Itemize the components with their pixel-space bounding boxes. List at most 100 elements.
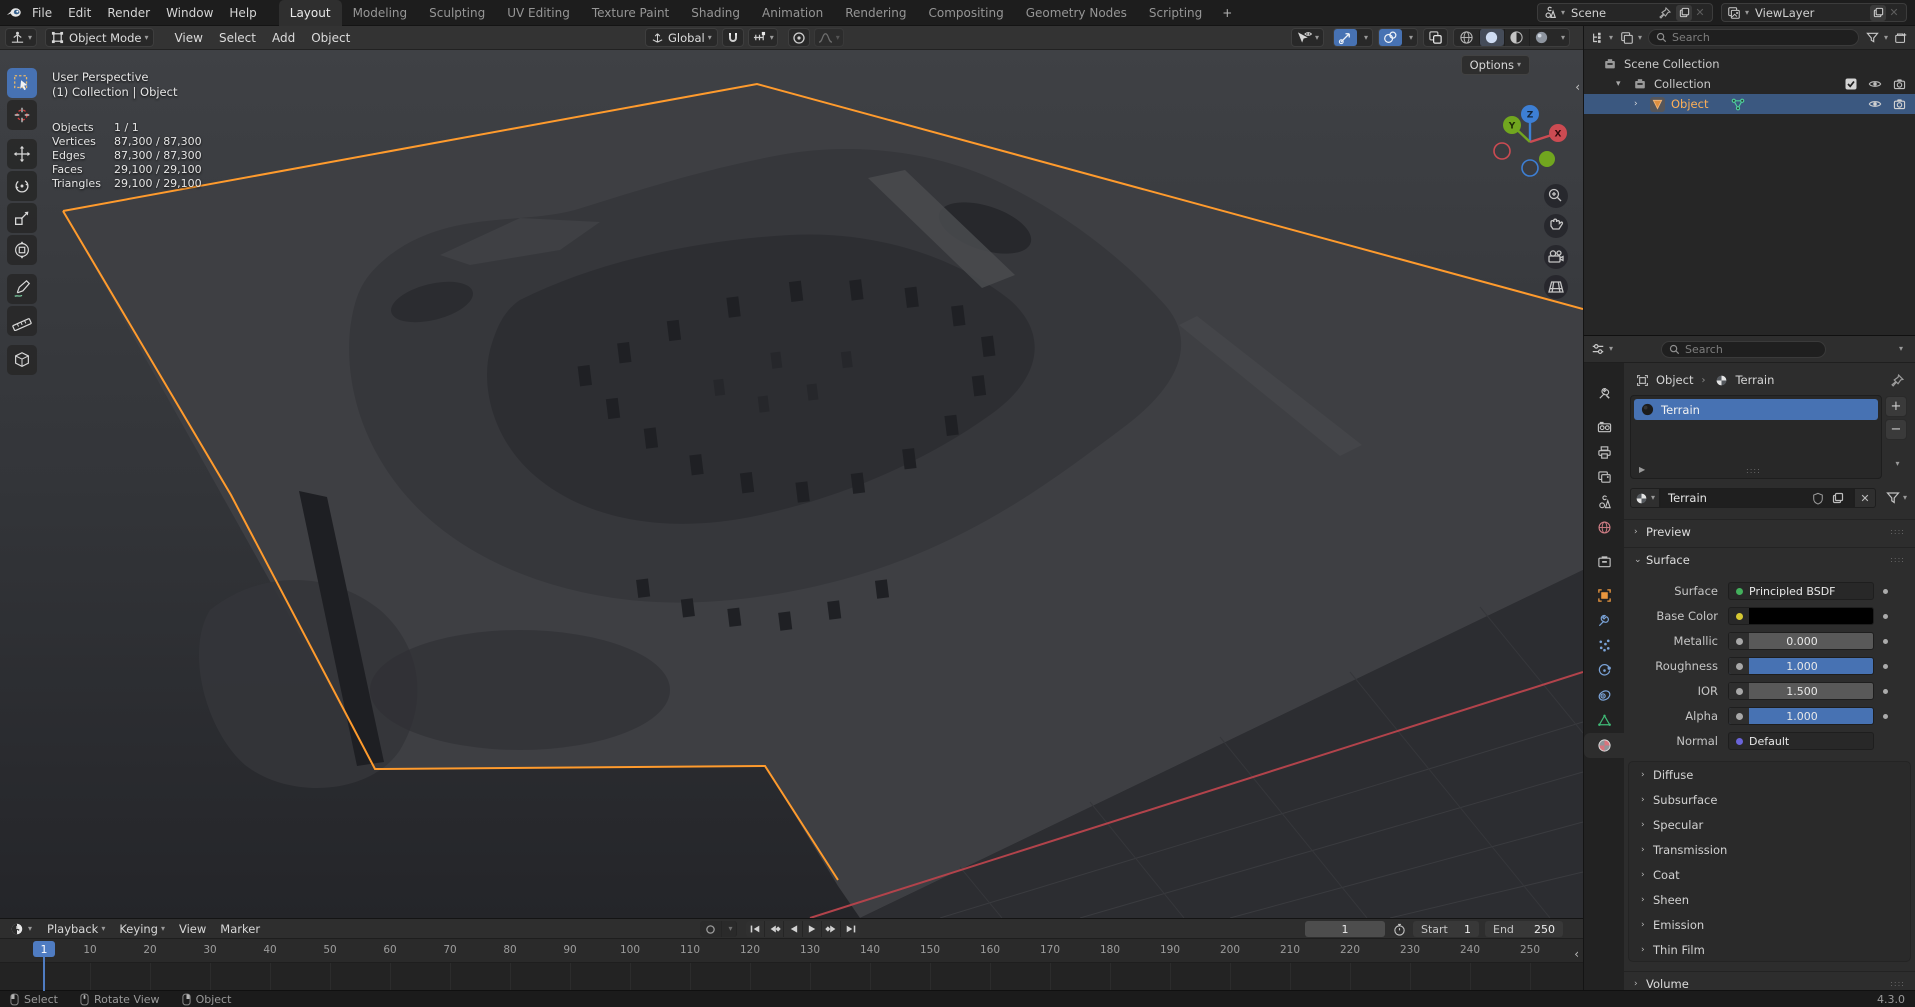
play-button[interactable]	[803, 921, 822, 937]
tab-data[interactable]	[1584, 708, 1624, 733]
tab-rendering[interactable]: Rendering	[834, 0, 917, 26]
tab-compositing[interactable]: Compositing	[917, 0, 1014, 26]
xray-toggle[interactable]	[1423, 28, 1448, 47]
breadcrumb-data[interactable]: Terrain	[1735, 373, 1774, 387]
outliner-display-mode-icon[interactable]	[1619, 30, 1635, 46]
zoom-button[interactable]	[1544, 184, 1568, 208]
subpanel-specular[interactable]: ›Specular	[1629, 812, 1910, 837]
new-viewlayer-icon[interactable]	[1870, 5, 1886, 21]
ior-field[interactable]: 1.500	[1728, 682, 1874, 700]
roughness-slider[interactable]: 1.000	[1728, 657, 1874, 675]
collection-hide-eye-icon[interactable]	[1867, 76, 1883, 92]
outliner-row-scene-collection[interactable]: Scene Collection	[1584, 54, 1915, 74]
proportional-editing-toggle[interactable]	[788, 28, 810, 47]
auto-keying-toggle[interactable]	[700, 921, 722, 937]
tool-measure[interactable]	[7, 306, 37, 336]
copy-material-icon[interactable]	[1830, 490, 1846, 506]
keyframe-dot[interactable]	[1883, 614, 1888, 619]
base-color-swatch[interactable]	[1728, 607, 1874, 625]
tab-modifiers[interactable]	[1584, 608, 1624, 633]
tab-object[interactable]	[1584, 583, 1624, 608]
outliner-editor-icon[interactable]	[1590, 30, 1606, 46]
menu-render[interactable]: Render	[99, 0, 158, 26]
subpanel-transmission[interactable]: ›Transmission	[1629, 837, 1910, 862]
add-workspace-button[interactable]: +	[1213, 0, 1241, 26]
properties-search[interactable]	[1661, 341, 1826, 358]
panel-preview[interactable]: › Preview ::::	[1624, 519, 1915, 543]
subpanel-coat[interactable]: ›Coat	[1629, 862, 1910, 887]
color-swatch[interactable]	[1749, 608, 1873, 624]
viewport-scene[interactable]: Z Y X	[0, 50, 1583, 918]
show-gizmo-toggle[interactable]	[1334, 29, 1357, 46]
pan-button[interactable]	[1544, 214, 1568, 238]
material-slot-list[interactable]: Terrain ▶ ::::	[1630, 395, 1882, 479]
previous-keyframe-button[interactable]	[765, 921, 784, 937]
keyframe-dot[interactable]	[1883, 689, 1888, 694]
tab-collection[interactable]	[1584, 549, 1624, 574]
tool-select-box[interactable]	[7, 68, 37, 98]
tool-annotate[interactable]	[7, 274, 37, 304]
menu-help[interactable]: Help	[221, 0, 264, 26]
material-name-field[interactable]: Terrain	[1660, 488, 1854, 508]
normal-select[interactable]: Default	[1728, 732, 1874, 750]
tab-scene[interactable]	[1584, 490, 1624, 515]
object-expand-icon[interactable]: ›	[1634, 99, 1646, 109]
camera-view-button[interactable]	[1544, 245, 1568, 269]
subpanel-diffuse[interactable]: ›Diffuse	[1629, 762, 1910, 787]
new-collection-icon[interactable]	[1893, 30, 1909, 46]
stopwatch-icon[interactable]	[1391, 921, 1407, 937]
subpanel-subsurface[interactable]: ›Subsurface	[1629, 787, 1910, 812]
start-frame-field[interactable]: Start1	[1413, 921, 1479, 937]
tool-transform[interactable]	[7, 235, 37, 265]
tab-particles[interactable]	[1584, 633, 1624, 658]
tab-shading[interactable]: Shading	[680, 0, 751, 26]
playhead-badge[interactable]: 1	[33, 941, 55, 957]
timeline-ruler[interactable]: 1020304050607080901001101201301401501601…	[0, 939, 1583, 963]
outliner-row-collection[interactable]: ▾ Collection	[1584, 74, 1915, 94]
tab-render[interactable]	[1584, 415, 1624, 440]
breadcrumb-object[interactable]: Object	[1656, 373, 1693, 387]
gizmo-settings-dropdown[interactable]: ▾	[1357, 29, 1372, 46]
menu-edit[interactable]: Edit	[60, 0, 99, 26]
transform-orientation-dropdown[interactable]: Global ▾	[645, 28, 718, 47]
keyframe-dot[interactable]	[1883, 664, 1888, 669]
sidebar-toggle-arrow[interactable]: ‹	[1575, 80, 1580, 94]
auto-keying-dropdown[interactable]: ▾	[722, 921, 737, 937]
subpanel-sheen[interactable]: ›Sheen	[1629, 887, 1910, 912]
material-slot-selected[interactable]: Terrain	[1634, 399, 1878, 420]
keyframe-dot[interactable]	[1883, 714, 1888, 719]
viewlayer-selector[interactable]: ▾ ViewLayer ✕	[1721, 3, 1907, 22]
options-dropdown[interactable]: Options ▾	[1461, 55, 1530, 75]
tab-constraints[interactable]	[1584, 683, 1624, 708]
collection-render-camera-icon[interactable]	[1891, 76, 1907, 92]
tool-rotate[interactable]	[7, 171, 37, 201]
remove-viewlayer-icon[interactable]: ✕	[1886, 5, 1902, 21]
tool-cursor[interactable]	[7, 100, 37, 130]
outliner-search[interactable]	[1648, 29, 1859, 46]
properties-editor-icon[interactable]	[1590, 341, 1606, 357]
tab-animation[interactable]: Animation	[751, 0, 834, 26]
pin-icon[interactable]	[1657, 5, 1673, 21]
outliner-search-input[interactable]	[1672, 31, 1851, 44]
tab-scripting[interactable]: Scripting	[1138, 0, 1213, 26]
tab-tool[interactable]	[1584, 381, 1624, 406]
pin-icon[interactable]	[1889, 372, 1905, 388]
metallic-slider[interactable]: 0.000	[1728, 632, 1874, 650]
collection-expand-icon[interactable]: ▾	[1616, 79, 1628, 89]
playhead-line[interactable]	[43, 956, 45, 991]
viewport-3d[interactable]: ▾ Object Mode ▾ View Select Add Object G…	[0, 26, 1583, 918]
outliner-row-object[interactable]: › Object	[1584, 94, 1915, 114]
overlays-settings-dropdown[interactable]: ▾	[1402, 29, 1417, 46]
menu-file[interactable]: File	[24, 0, 60, 26]
alpha-slider[interactable]: 1.000	[1728, 707, 1874, 725]
scene-selector[interactable]: ▾ Scene ✕	[1537, 3, 1713, 22]
jump-to-start-button[interactable]	[746, 921, 765, 937]
snap-settings-dropdown[interactable]: ▾	[748, 28, 778, 47]
jump-to-end-button[interactable]	[841, 921, 860, 937]
browse-material-dropdown[interactable]: ▾	[1630, 488, 1660, 508]
menu-keying[interactable]: Keying▾	[112, 922, 172, 936]
subpanel-thin-film[interactable]: ›Thin Film	[1629, 937, 1910, 962]
shading-solid-button[interactable]	[1479, 29, 1504, 46]
mode-dropdown[interactable]: Object Mode ▾	[45, 28, 154, 47]
tab-uv-editing[interactable]: UV Editing	[496, 0, 581, 26]
